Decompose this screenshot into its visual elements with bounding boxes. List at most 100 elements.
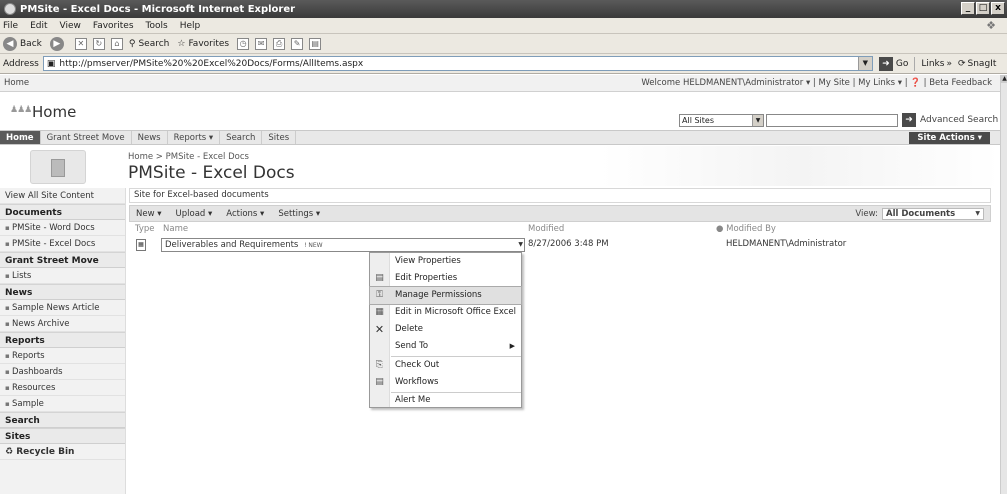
sp-home-link[interactable]: Home — [4, 78, 29, 88]
ql-heading-reports[interactable]: Reports — [0, 332, 125, 348]
column-header-name[interactable]: Name — [163, 224, 188, 234]
modified-by[interactable]: HELDMANENT\Administrator — [726, 239, 846, 249]
go-button[interactable]: ➜ Go — [878, 56, 908, 71]
chevron-down-icon[interactable]: ▼ — [752, 115, 763, 126]
search-input[interactable] — [766, 114, 898, 127]
back-button[interactable]: ◀ Back — [3, 36, 42, 51]
document-name[interactable]: Deliverables and Requirements — [165, 240, 298, 250]
upload-menu[interactable]: Upload ▾ — [176, 209, 213, 219]
breadcrumb[interactable]: Home > PMSite - Excel Docs — [128, 152, 249, 162]
ql-heading-news[interactable]: News — [0, 284, 125, 300]
presence-icon: ● — [716, 224, 724, 234]
maximize-button[interactable]: □ — [976, 2, 990, 15]
links-button[interactable]: Links — [921, 59, 944, 69]
history-icon[interactable]: ◷ — [237, 37, 250, 50]
edit-icon[interactable]: ✎ — [291, 37, 304, 50]
search-button[interactable]: ⚲ Search — [129, 39, 170, 49]
top-nav: Home Grant Street Move News Reports ▾ Se… — [0, 130, 1000, 145]
menu-item-workflows[interactable]: ▤ Workflows — [370, 374, 521, 391]
ql-item-reports[interactable]: Reports — [0, 348, 125, 364]
menu-item-check-out[interactable]: ⎘ Check Out — [370, 357, 521, 374]
refresh-icon[interactable]: ↻ — [92, 37, 105, 50]
site-actions-button[interactable]: Site Actions ▾ — [909, 132, 990, 144]
minimize-button[interactable]: _ — [961, 2, 975, 15]
forward-button[interactable]: ▶ — [49, 36, 67, 51]
settings-menu[interactable]: Settings ▾ — [278, 209, 320, 219]
recycle-bin-link[interactable]: ♻ Recycle Bin — [0, 444, 125, 460]
column-header-modified-by[interactable]: ● Modified By — [716, 224, 776, 234]
sp-global-bar: Home Welcome HELDMANENT\Administrator ▾ … — [0, 75, 1000, 92]
vertical-scrollbar[interactable]: ▲ — [1000, 75, 1007, 494]
ql-item-sample[interactable]: Sample — [0, 396, 125, 412]
new-menu[interactable]: New ▾ — [136, 209, 162, 219]
ql-item-word-docs[interactable]: PMSite - Word Docs — [0, 220, 125, 236]
chevron-down-icon: ▼ — [975, 210, 980, 217]
column-header-modified[interactable]: Modified — [528, 224, 564, 234]
nav-tab-search[interactable]: Search — [220, 131, 263, 144]
list-description: Site for Excel-based documents — [129, 188, 991, 203]
chevron-down-icon[interactable]: ▼ — [518, 239, 523, 251]
snagit-button[interactable]: SnagIt — [968, 59, 997, 69]
nav-tab-grant-street-move[interactable]: Grant Street Move — [41, 131, 132, 144]
advanced-search-link[interactable]: Advanced Search — [920, 115, 998, 125]
address-dropdown-icon[interactable]: ▼ — [857, 57, 872, 70]
welcome-menu[interactable]: Welcome HELDMANENT\Administrator ▾ — [641, 78, 810, 88]
chevron-right-icon[interactable]: » — [946, 59, 952, 69]
ql-heading-search[interactable]: Search — [0, 412, 125, 428]
menu-help[interactable]: Help — [180, 21, 201, 31]
page-icon: ▣ — [46, 58, 56, 69]
ql-item-sample-news-article[interactable]: Sample News Article — [0, 300, 125, 316]
menu-tools[interactable]: Tools — [146, 21, 168, 31]
ql-heading-sites[interactable]: Sites — [0, 428, 125, 444]
beta-feedback-link[interactable]: Beta Feedback — [929, 78, 992, 88]
favorites-button[interactable]: ☆ Favorites — [177, 39, 229, 49]
ql-item-resources[interactable]: Resources — [0, 380, 125, 396]
home-icon[interactable]: ⌂ — [110, 37, 123, 50]
menu-item-alert-me[interactable]: Alert Me — [370, 392, 521, 409]
browser-toolbar: ◀ Back ▶ ✕ ↻ ⌂ ⚲ Search ☆ Favorites ◷ ✉ … — [0, 34, 1007, 54]
nav-tab-sites[interactable]: Sites — [262, 131, 297, 144]
close-button[interactable]: x — [991, 2, 1005, 15]
ql-item-lists[interactable]: Lists — [0, 268, 125, 284]
ql-item-excel-docs[interactable]: PMSite - Excel Docs — [0, 236, 125, 252]
nav-tab-reports[interactable]: Reports ▾ — [168, 131, 221, 144]
go-arrow-icon: ➜ — [878, 56, 893, 71]
windows-logo-icon: ❖ — [986, 19, 996, 32]
address-label: Address — [3, 58, 39, 69]
menu-file[interactable]: File — [3, 21, 18, 31]
menu-edit[interactable]: Edit — [30, 21, 47, 31]
print-icon[interactable]: ⎙ — [273, 37, 286, 50]
menu-item-edit-properties[interactable]: ▤ Edit Properties — [370, 270, 521, 287]
my-site-link[interactable]: My Site — [819, 78, 850, 88]
site-title[interactable]: Home — [32, 103, 76, 121]
nav-tab-home[interactable]: Home — [0, 131, 41, 144]
edit-properties-icon: ▤ — [375, 273, 384, 283]
ql-item-dashboards[interactable]: Dashboards — [0, 364, 125, 380]
nav-tab-news[interactable]: News — [132, 131, 168, 144]
menu-view[interactable]: View — [60, 21, 81, 31]
scroll-up-icon[interactable]: ▲ — [1001, 75, 1007, 83]
menu-item-delete[interactable]: ✕ Delete — [370, 321, 521, 338]
my-links-menu[interactable]: My Links ▾ — [858, 78, 902, 88]
view-select[interactable]: All Documents ▼ — [882, 208, 984, 220]
ql-heading-documents[interactable]: Documents — [0, 204, 125, 220]
menu-item-edit-in-excel[interactable]: ▦ Edit in Microsoft Office Excel — [370, 304, 521, 321]
search-scope-select[interactable]: All Sites ▼ — [679, 114, 764, 127]
ql-heading-grant-street-move[interactable]: Grant Street Move — [0, 252, 125, 268]
ql-item-news-archive[interactable]: News Archive — [0, 316, 125, 332]
menu-item-send-to[interactable]: Send To ▶ — [370, 338, 521, 355]
view-all-site-content-link[interactable]: View All Site Content — [0, 188, 125, 204]
search-icon: ⚲ — [128, 38, 136, 49]
menu-item-view-properties[interactable]: View Properties — [370, 253, 521, 270]
stop-icon[interactable]: ✕ — [74, 37, 87, 50]
mail-icon[interactable]: ✉ — [255, 37, 268, 50]
search-go-button[interactable]: ➜ — [902, 113, 916, 127]
actions-menu[interactable]: Actions ▾ — [226, 209, 264, 219]
address-input[interactable]: ▣ http://pmserver/PMSite%20%20Excel%20Do… — [42, 56, 873, 71]
help-icon[interactable]: ❓ — [910, 78, 921, 88]
column-header-type[interactable]: Type — [135, 224, 155, 234]
menu-favorites[interactable]: Favorites — [93, 21, 134, 31]
document-name-cell[interactable]: Deliverables and Requirements ! NEW ▼ — [161, 238, 525, 252]
discuss-icon[interactable]: ▤ — [309, 37, 322, 50]
menu-item-manage-permissions[interactable]: ⚿ Manage Permissions — [369, 286, 522, 305]
